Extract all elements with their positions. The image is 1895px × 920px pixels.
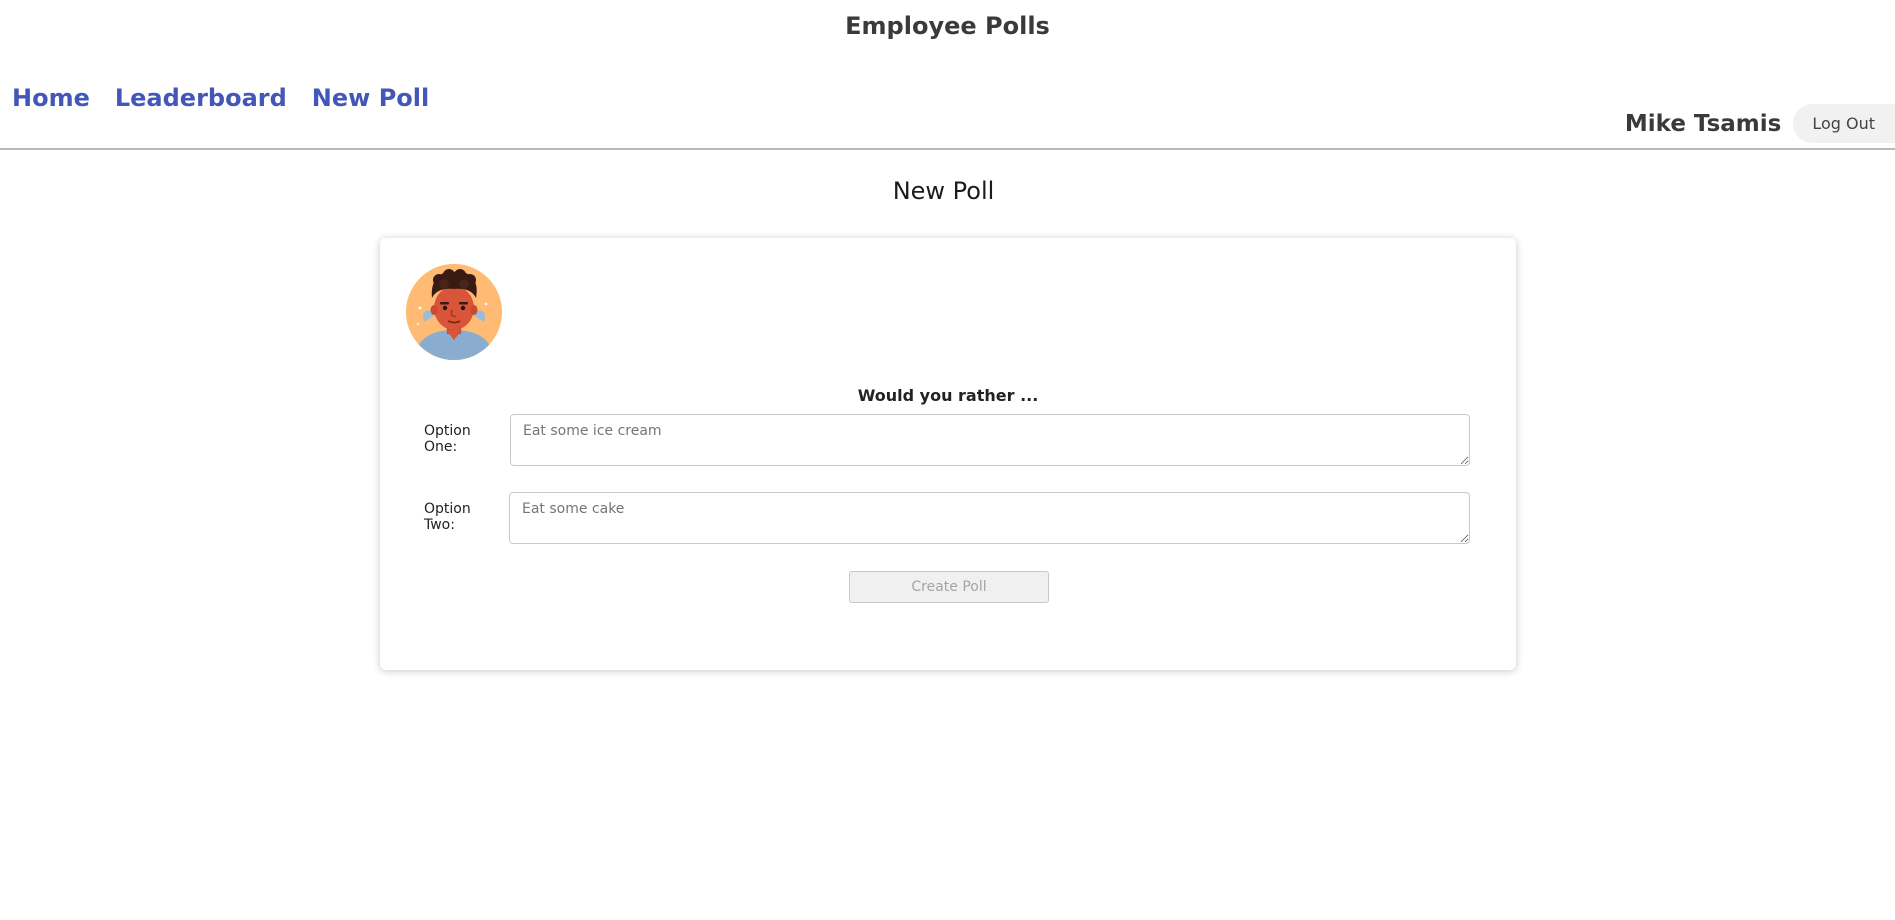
header-divider [0, 148, 1895, 150]
option-one-label: Option One: [424, 423, 471, 455]
page-title: New Poll [892, 177, 995, 205]
avatar-illustration-icon [406, 264, 502, 360]
app-page: Employee Polls Home Leaderboard New Poll… [0, 0, 1895, 920]
logout-button[interactable]: Log Out [1793, 104, 1895, 143]
option-one-input[interactable] [510, 414, 1470, 466]
option-two-label: Option Two: [424, 501, 471, 533]
nav-home-link[interactable]: Home [12, 84, 90, 112]
user-avatar [406, 264, 502, 360]
new-poll-card: Would you rather ... Option One: Option … [380, 238, 1516, 670]
option-two-input[interactable] [509, 492, 1470, 544]
user-area: Mike Tsamis Log Out [1625, 104, 1895, 143]
poll-prompt: Would you rather ... [857, 386, 1039, 405]
nav-new-poll-link[interactable]: New Poll [312, 84, 429, 112]
app-title: Employee Polls [845, 12, 1050, 40]
nav-leaderboard-link[interactable]: Leaderboard [115, 84, 287, 112]
current-user-name: Mike Tsamis [1624, 110, 1782, 137]
main-nav: Home Leaderboard New Poll [12, 84, 429, 112]
create-poll-button[interactable]: Create Poll [849, 571, 1049, 603]
